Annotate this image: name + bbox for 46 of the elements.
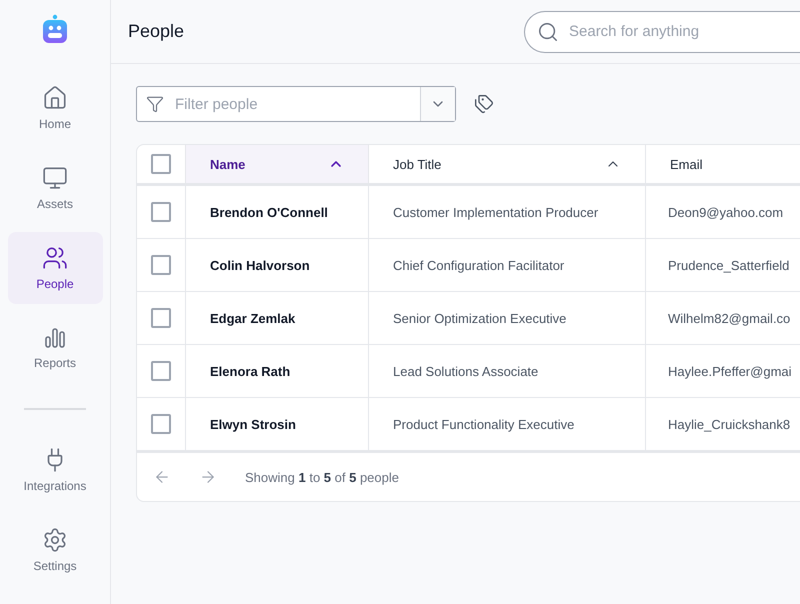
table-cell: Lead Solutions Associate xyxy=(369,345,646,398)
sidebar-item[interactable]: People xyxy=(8,232,102,304)
settings-icon xyxy=(42,527,68,553)
table-cell: Product Functionality Executive xyxy=(369,398,646,451)
dropdown-button[interactable] xyxy=(420,87,455,121)
table-cell: Prudence_Satterfield xyxy=(646,239,800,292)
search-field[interactable]: Search for anything xyxy=(524,10,800,52)
table-cell: Wilhelm82@gmail.co xyxy=(646,292,800,345)
sidebar-item[interactable]: Integrations xyxy=(8,434,102,506)
table-cell: Senior Optimization Executive xyxy=(369,292,646,345)
table-cell: Deon9@yahoo.com xyxy=(646,186,800,239)
table-cell: Haylie_Cruickshank8 xyxy=(646,398,800,451)
search-input[interactable]: Search for anything xyxy=(567,22,800,41)
home-icon xyxy=(42,85,68,111)
checkbox[interactable] xyxy=(151,308,171,328)
robot-logo-icon xyxy=(42,14,68,44)
checkbox[interactable] xyxy=(151,202,171,222)
bar-chart-icon xyxy=(43,326,67,350)
tags-button[interactable] xyxy=(474,94,494,114)
people-icon xyxy=(42,245,68,271)
search-icon xyxy=(537,20,559,42)
checkbox[interactable] xyxy=(151,414,171,434)
table-cell: Brendon O'Connell xyxy=(186,186,369,239)
table-cell: Elenora Rath xyxy=(186,345,369,398)
sidebar-item[interactable]: Reports xyxy=(8,312,102,384)
checkbox[interactable] xyxy=(151,361,171,381)
table-cell: Haylee.Pfeffer@gmai xyxy=(646,345,800,398)
checkbox[interactable] xyxy=(151,255,171,275)
table-cell: Colin Halvorson xyxy=(186,239,369,292)
computer-icon xyxy=(42,165,68,191)
checkbox[interactable] xyxy=(151,154,171,174)
table-cell: Chief Configuration Facilitator xyxy=(369,239,646,292)
filter-icon xyxy=(146,95,164,113)
table-cell: Customer Implementation Producer xyxy=(369,186,646,239)
page-title: People xyxy=(128,21,184,42)
tags-icon xyxy=(474,94,494,114)
sidebar-item[interactable]: Home xyxy=(8,72,102,144)
column-header[interactable]: Job Title xyxy=(369,145,646,186)
table-cell: Edgar Zemlak xyxy=(186,292,369,345)
sidebar-item[interactable]: Settings xyxy=(8,514,102,586)
filter-field[interactable]: Filter people xyxy=(136,86,456,122)
sidebar-item[interactable]: Assets xyxy=(8,152,102,224)
table-cell: Elwyn Strosin xyxy=(186,398,369,451)
column-header[interactable]: Name xyxy=(186,145,369,186)
pagination-text: Showing 1 to 5 of 5 people xyxy=(245,470,399,484)
filter-input[interactable]: Filter people xyxy=(173,94,420,114)
